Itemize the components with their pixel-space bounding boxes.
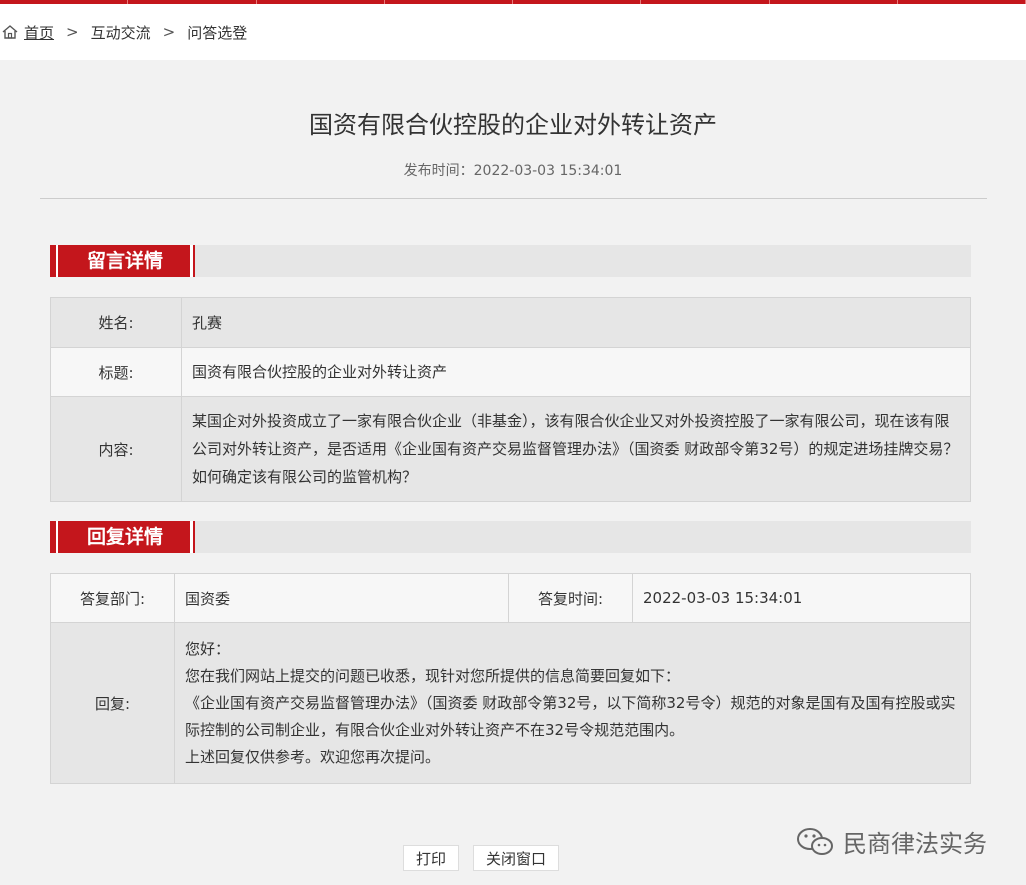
message-section-header: 留言详情: [50, 245, 971, 277]
home-icon: [2, 25, 18, 39]
table-row: 标题: 国资有限合伙控股的企业对外转让资产: [50, 347, 971, 397]
table-row: 答复部门: 国资委 答复时间: 2022-03-03 15:34:01: [50, 573, 971, 623]
breadcrumb: 首页 > 互动交流 > 问答选登: [0, 4, 1026, 60]
reply-line: 您好：: [185, 639, 231, 658]
reply-line: 您在我们网站上提交的问题已收悉，现针对您所提供的信息简要回复如下：: [185, 666, 681, 685]
table-row: 姓名: 孔赛: [50, 297, 971, 348]
print-button[interactable]: 打印: [402, 845, 459, 871]
reply-section-heading: 回复详情: [86, 526, 163, 548]
message-table: 姓名: 孔赛 标题: 国资有限合伙控股的企业对外转让资产 内容: 某国企对外投资…: [50, 297, 971, 502]
breadcrumb-separator: >: [162, 23, 176, 41]
table-row: 回复: 您好： 您在我们网站上提交的问题已收悉，现针对您所提供的信息简要回复如下…: [50, 622, 971, 784]
section-tab: 回复详情: [50, 521, 195, 553]
table-row: 内容: 某国企对外投资成立了一家有限合伙企业（非基金），该有限合伙企业又对外投资…: [50, 396, 971, 502]
reply-content: 您好： 您在我们网站上提交的问题已收悉，现针对您所提供的信息简要回复如下： 《企…: [174, 622, 971, 784]
breadcrumb-item-qa[interactable]: 问答选登: [187, 22, 247, 43]
title-value: 国资有限合伙控股的企业对外转让资产: [181, 347, 971, 397]
close-window-button[interactable]: 关闭窗口: [473, 845, 560, 871]
reply-line: 上述回复仅供参考。欢迎您再次提问。: [185, 747, 441, 766]
name-label: 姓名:: [50, 297, 182, 348]
content-label: 内容:: [50, 396, 182, 502]
watermark: 民商律法实务: [795, 824, 987, 859]
dept-value: 国资委: [174, 573, 509, 623]
reply-line: 《企业国有资产交易监督管理办法》（国资委 财政部令第32号，以下简称32号令）规…: [185, 693, 956, 739]
wechat-icon: [797, 827, 833, 855]
breadcrumb-item-interaction[interactable]: 互动交流: [91, 22, 151, 43]
page-title: 国资有限合伙控股的企业对外转让资产: [309, 111, 717, 139]
title-label: 标题:: [50, 347, 182, 397]
time-label: 答复时间:: [508, 573, 633, 623]
divider: [40, 198, 987, 199]
content-value: 某国企对外投资成立了一家有限合伙企业（非基金），该有限合伙企业又对外投资控股了一…: [181, 396, 971, 502]
name-value: 孔赛: [181, 297, 971, 348]
reply-label: 回复:: [50, 622, 175, 784]
reply-section-header: 回复详情: [50, 521, 971, 553]
message-section-heading: 留言详情: [86, 250, 163, 272]
breadcrumb-separator: >: [66, 23, 79, 41]
dept-label: 答复部门:: [50, 573, 175, 623]
reply-table: 答复部门: 国资委 答复时间: 2022-03-03 15:34:01 回复: …: [50, 573, 971, 784]
section-tab: 留言详情: [50, 245, 195, 277]
breadcrumb-home-link[interactable]: 首页: [24, 22, 54, 43]
time-value: 2022-03-03 15:34:01: [632, 573, 971, 623]
watermark-text: 民商律法实务: [843, 830, 987, 858]
publish-time: 发布时间：2022-03-03 15:34:01: [403, 163, 623, 179]
